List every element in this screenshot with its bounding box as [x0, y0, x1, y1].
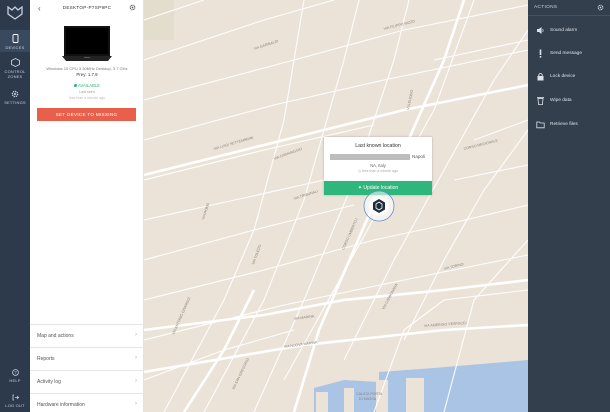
device-version: Prey: 1.7.9 [76, 72, 98, 77]
action-retrieve-files[interactable]: Retrieve files [528, 114, 610, 136]
status-label: AVAILABLE [77, 83, 100, 88]
redacted-address-bar [330, 154, 410, 160]
chevron-right-icon: › [135, 378, 137, 384]
exclamation-icon [539, 49, 542, 58]
folder-icon [536, 121, 545, 129]
settings-gear-icon[interactable] [597, 4, 604, 11]
device-status: AVAILABLE [30, 83, 144, 88]
svg-text:DI MASSA: DI MASSA [359, 397, 377, 401]
set-missing-button[interactable]: SET DEVICE TO MISSING [37, 108, 136, 121]
nav-control-zones[interactable]: CONTROL ZONES [0, 58, 30, 80]
popup-seen: ◷ less than a minute ago [324, 169, 432, 173]
speaker-icon [537, 27, 544, 34]
map-view[interactable]: VIA LUIGI SETTEMBRINI VIA CARAVAGGIO VIA… [144, 0, 528, 412]
svg-text:?: ? [14, 370, 17, 375]
nav-logout[interactable]: LOG OUT [0, 394, 30, 410]
nav-devices[interactable]: DEVICES [0, 30, 30, 52]
nav-help[interactable]: ? HELP [0, 369, 30, 385]
action-send-message-label: Send message [550, 51, 582, 56]
action-wipe-data-label: Wipe data [550, 98, 572, 103]
menu-hardware-info-label: Hardware information [37, 402, 85, 408]
chevron-right-icon: › [135, 401, 137, 407]
popup-title: Last known location [355, 143, 401, 149]
device-header: ‹ DESKTOP-P7SP9PC [30, 0, 144, 17]
menu-activity-log-label: Activity log [37, 379, 61, 385]
status-dot-icon [74, 84, 78, 88]
location-popup: Last known location Napoli NA, Italy ◷ l… [324, 137, 432, 195]
actions-title: ACTIONS [534, 5, 558, 10]
menu-hardware-info[interactable]: Hardware information › [30, 393, 144, 412]
chevron-right-icon: › [135, 355, 137, 361]
menu-reports[interactable]: Reports › [30, 347, 144, 370]
prey-logo-icon[interactable] [7, 6, 23, 20]
nav-settings-label: SETTINGS [4, 100, 26, 105]
device-panel: ‹ DESKTOP-P7SP9PC Windows 10 CPU 3.30MHz… [30, 0, 144, 412]
menu-reports-label: Reports [37, 356, 55, 362]
device-os: Windows 10 CPU 3.30MHz Desktop, 3.7 GHz [46, 66, 128, 71]
laptop-image [62, 26, 112, 61]
device-name: DESKTOP-P7SP9PC [62, 5, 112, 10]
action-lock-device[interactable]: Lock device [528, 66, 610, 88]
menu-map-actions-label: Map and actions [37, 333, 74, 339]
actions-panel: ACTIONS Sound alarm Send message Lock de… [528, 0, 610, 412]
nav-settings[interactable]: SETTINGS [0, 90, 30, 108]
nav-control-zones-label: CONTROL ZONES [4, 69, 26, 79]
action-sound-alarm-label: Sound alarm [550, 28, 578, 33]
zones-icon [10, 58, 20, 67]
main-nav: DEVICES CONTROL ZONES SETTINGS ? HELP LO… [0, 0, 30, 412]
device-settings-gear-icon[interactable] [129, 4, 136, 11]
gear-icon [11, 90, 19, 98]
action-retrieve-files-label: Retrieve files [550, 122, 578, 127]
popup-city: Napoli [412, 154, 426, 159]
help-icon: ? [11, 369, 19, 376]
phone-icon [12, 34, 18, 43]
nav-help-label: HELP [9, 378, 21, 383]
logout-icon [12, 394, 19, 401]
action-wipe-data[interactable]: Wipe data [528, 90, 610, 112]
action-send-message[interactable]: Send message [528, 43, 610, 65]
chevron-right-icon: › [135, 332, 137, 338]
device-status-sub: Last seen [79, 90, 95, 94]
device-location-marker-icon[interactable] [362, 189, 396, 223]
nav-devices-label: DEVICES [5, 45, 25, 50]
popup-country: NA, Italy [370, 163, 386, 168]
clock-icon: ◷ [357, 169, 361, 173]
lock-icon [537, 72, 544, 81]
action-sound-alarm[interactable]: Sound alarm [528, 20, 610, 42]
popup-seen-text: less than a minute ago [361, 169, 399, 173]
menu-activity-log[interactable]: Activity log › [30, 370, 144, 393]
street-map[interactable]: VIA LUIGI SETTEMBRINI VIA CARAVAGGIO VIA… [144, 0, 528, 412]
svg-text:CALATA PORTA: CALATA PORTA [356, 392, 383, 396]
menu-map-actions[interactable]: Map and actions › [30, 324, 144, 347]
action-lock-device-label: Lock device [550, 74, 576, 79]
trash-icon [537, 97, 544, 105]
device-last-seen: less than a minute ago [68, 96, 106, 100]
actions-header: ACTIONS [528, 0, 610, 16]
nav-logout-label: LOG OUT [5, 403, 25, 408]
